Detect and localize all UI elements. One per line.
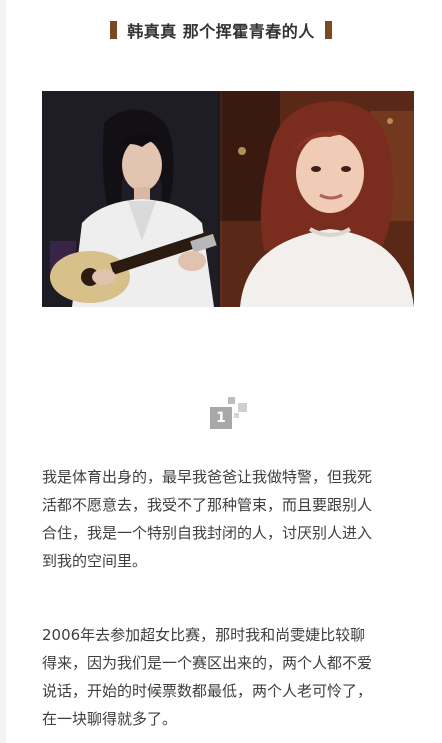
title-right-bar bbox=[324, 21, 332, 39]
section-header: 韩真真 那个挥霍青春的人 bbox=[0, 18, 442, 42]
guitar-player-illustration bbox=[42, 91, 220, 307]
decor-square bbox=[228, 397, 235, 404]
paragraph-line: 我是体育出身的，最早我爸爸让我做特警，但我死 bbox=[42, 468, 373, 486]
title-left-bar bbox=[110, 21, 118, 39]
article-page: 韩真真 那个挥霍青春的人 1 我是体育出身的，最早我爸爸让我做特警，但我死 活都… bbox=[0, 0, 442, 743]
article-photo[interactable] bbox=[42, 91, 414, 307]
paragraph-line: 说话，开始的时候票数都最低，两个人老可怜了， bbox=[42, 682, 373, 700]
photo-right-portrait bbox=[220, 91, 414, 307]
section-number-badge: 1 bbox=[210, 395, 250, 435]
paragraph-line: 得来，因为我们是一个赛区出来的，两个人都不爱 bbox=[42, 654, 373, 672]
section-title: 韩真真 那个挥霍青春的人 bbox=[127, 22, 315, 41]
paragraph-2: 2006年去参加超女比赛，那时我和尚雯婕比较聊 得来，因为我们是一个赛区出来的，… bbox=[42, 621, 414, 733]
paragraph-line: 2006年去参加超女比赛，那时我和尚雯婕比较聊 bbox=[42, 626, 366, 644]
page-edge bbox=[0, 0, 6, 743]
photo-divider bbox=[218, 91, 222, 307]
paragraph-line: 合住，我是一个特别自我封闭的人，讨厌别人进入 bbox=[42, 524, 373, 542]
portrait-illustration bbox=[220, 91, 414, 307]
decor-square bbox=[238, 403, 247, 412]
paragraph-line: 到我的空间里。 bbox=[42, 552, 148, 570]
paragraph-line: 活都不愿意去，我受不了那种管束，而且要跟别人 bbox=[42, 496, 373, 514]
photo-left-guitar-player bbox=[42, 91, 220, 307]
decor-square bbox=[234, 413, 239, 418]
paragraph-line: 在一块聊得就多了。 bbox=[42, 710, 178, 728]
paragraph-1: 我是体育出身的，最早我爸爸让我做特警，但我死 活都不愿意去，我受不了那种管束，而… bbox=[42, 463, 414, 575]
section-number: 1 bbox=[210, 407, 232, 429]
